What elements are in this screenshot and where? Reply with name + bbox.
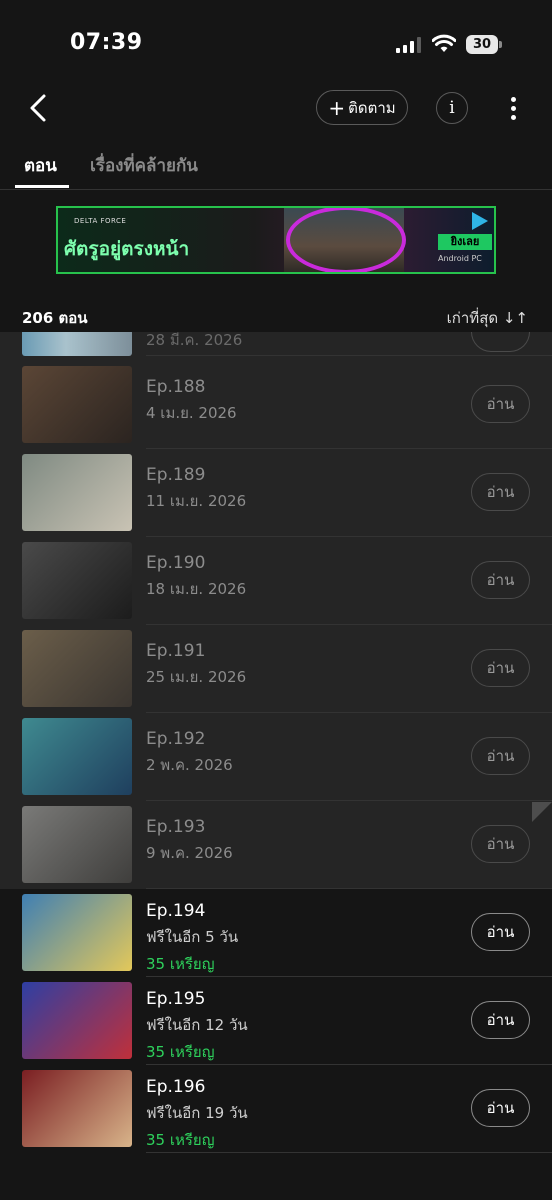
- episode-date: ฟรีในอีก 19 วัน: [146, 1104, 248, 1122]
- battery-icon: 30: [466, 35, 502, 54]
- info-icon[interactable]: i: [436, 92, 468, 124]
- tab-episodes[interactable]: ตอน: [24, 152, 57, 179]
- list-item[interactable]: Ep.188 4 เม.ย. 2026 อ่าน: [0, 361, 552, 449]
- read-button[interactable]: อ่าน: [471, 737, 530, 775]
- episode-title: Ep.189: [146, 465, 206, 485]
- episode-price: 35 เหรียญ: [146, 955, 215, 973]
- read-button[interactable]: อ่าน: [471, 1001, 530, 1039]
- ad-cta-button[interactable]: ยิงเลย: [438, 234, 492, 250]
- episode-date: 4 เม.ย. 2026: [146, 404, 237, 422]
- episode-title: Ep.190: [146, 553, 206, 573]
- ad-brand: DELTA FORCE: [74, 217, 127, 225]
- wifi-icon: [432, 34, 456, 52]
- episode-thumbnail: [22, 718, 132, 795]
- episode-thumbnail: [22, 332, 132, 356]
- status-bar: 07:39 30: [0, 0, 552, 90]
- ad-platform-icons: Android PC: [438, 254, 482, 263]
- ad-banner[interactable]: DELTA FORCE ศัตรูอยู่ตรงหน้า ยิงเลย Andr…: [56, 206, 496, 274]
- episode-thumbnail: [22, 366, 132, 443]
- read-button[interactable]: อ่าน: [471, 649, 530, 687]
- episode-date: 28 มี.ค. 2026: [146, 332, 243, 349]
- episode-thumbnail: [22, 982, 132, 1059]
- read-button[interactable]: อ่าน: [471, 385, 530, 423]
- episode-thumbnail: [22, 894, 132, 971]
- corner-marker-icon: [532, 802, 552, 822]
- active-tab-indicator: [15, 185, 69, 188]
- status-time: 07:39: [70, 30, 143, 55]
- follow-button[interactable]: + ติดตาม: [316, 90, 408, 125]
- episode-title: Ep.191: [146, 641, 206, 661]
- back-chevron-icon[interactable]: [22, 90, 58, 126]
- episode-title: Ep.194: [146, 901, 206, 921]
- episode-thumbnail: [22, 806, 132, 883]
- episode-title: Ep.192: [146, 729, 206, 749]
- list-item[interactable]: 28 มี.ค. 2026: [0, 332, 552, 356]
- episode-date: 2 พ.ค. 2026: [146, 756, 233, 774]
- episode-count: 206 ตอน: [22, 309, 88, 327]
- episode-list-header: 206 ตอน เก่าที่สุด ↓↑: [0, 296, 552, 332]
- episode-thumbnail: [22, 454, 132, 531]
- list-item[interactable]: Ep.191 25 เม.ย. 2026 อ่าน: [0, 625, 552, 713]
- episode-price: 35 เหรียญ: [146, 1043, 215, 1061]
- episode-thumbnail: [22, 1070, 132, 1147]
- battery-level: 30: [466, 35, 498, 54]
- episode-date: 11 เม.ย. 2026: [146, 492, 247, 510]
- episode-list[interactable]: 28 มี.ค. 2026 Ep.188 4 เม.ย. 2026 อ่าน Ep.1…: [0, 332, 552, 1200]
- ad-play-icon: [472, 212, 488, 230]
- cellular-signal-icon: [396, 37, 421, 53]
- episode-thumbnail: [22, 542, 132, 619]
- list-item[interactable]: Ep.194 ฟรีในอีก 5 วัน 35 เหรียญ อ่าน: [0, 889, 552, 977]
- list-item[interactable]: Ep.192 2 พ.ค. 2026 อ่าน: [0, 713, 552, 801]
- read-button[interactable]: อ่าน: [471, 1089, 530, 1127]
- ad-scope-ring: [286, 208, 406, 272]
- list-item[interactable]: Ep.193 9 พ.ค. 2026 อ่าน: [0, 801, 552, 889]
- read-button[interactable]: อ่าน: [471, 825, 530, 863]
- episode-title: Ep.195: [146, 989, 206, 1009]
- episode-date: ฟรีในอีก 5 วัน: [146, 928, 239, 946]
- read-button[interactable]: [471, 332, 530, 352]
- more-options-icon[interactable]: [502, 94, 524, 122]
- episode-date: 9 พ.ค. 2026: [146, 844, 233, 862]
- episode-date: 25 เม.ย. 2026: [146, 668, 247, 686]
- episode-date: ฟรีในอีก 12 วัน: [146, 1016, 248, 1034]
- list-item[interactable]: Ep.195 ฟรีในอีก 12 วัน 35 เหรียญ อ่าน: [0, 977, 552, 1065]
- list-item[interactable]: Ep.196 ฟรีในอีก 19 วัน 35 เหรียญ อ่าน: [0, 1065, 552, 1153]
- tab-similar-stories[interactable]: เรื่องที่คล้ายกัน: [90, 152, 198, 179]
- episode-price: 35 เหรียญ: [146, 1131, 215, 1149]
- read-button[interactable]: อ่าน: [471, 913, 530, 951]
- episode-thumbnail: [22, 630, 132, 707]
- episode-date: 18 เม.ย. 2026: [146, 580, 247, 598]
- read-button[interactable]: อ่าน: [471, 561, 530, 599]
- episode-title: Ep.196: [146, 1077, 206, 1097]
- plus-icon: +: [328, 95, 346, 120]
- read-button[interactable]: อ่าน: [471, 473, 530, 511]
- follow-label: ติดตาม: [348, 98, 396, 117]
- list-item[interactable]: Ep.189 11 เม.ย. 2026 อ่าน: [0, 449, 552, 537]
- episode-title: Ep.193: [146, 817, 206, 837]
- ad-headline: ศัตรูอยู่ตรงหน้า: [64, 238, 190, 260]
- episode-title: Ep.188: [146, 377, 206, 397]
- tab-bar: ตอน เรื่องที่คล้ายกัน: [0, 140, 552, 190]
- list-item[interactable]: Ep.190 18 เม.ย. 2026 อ่าน: [0, 537, 552, 625]
- sort-toggle[interactable]: เก่าที่สุด ↓↑: [447, 306, 528, 330]
